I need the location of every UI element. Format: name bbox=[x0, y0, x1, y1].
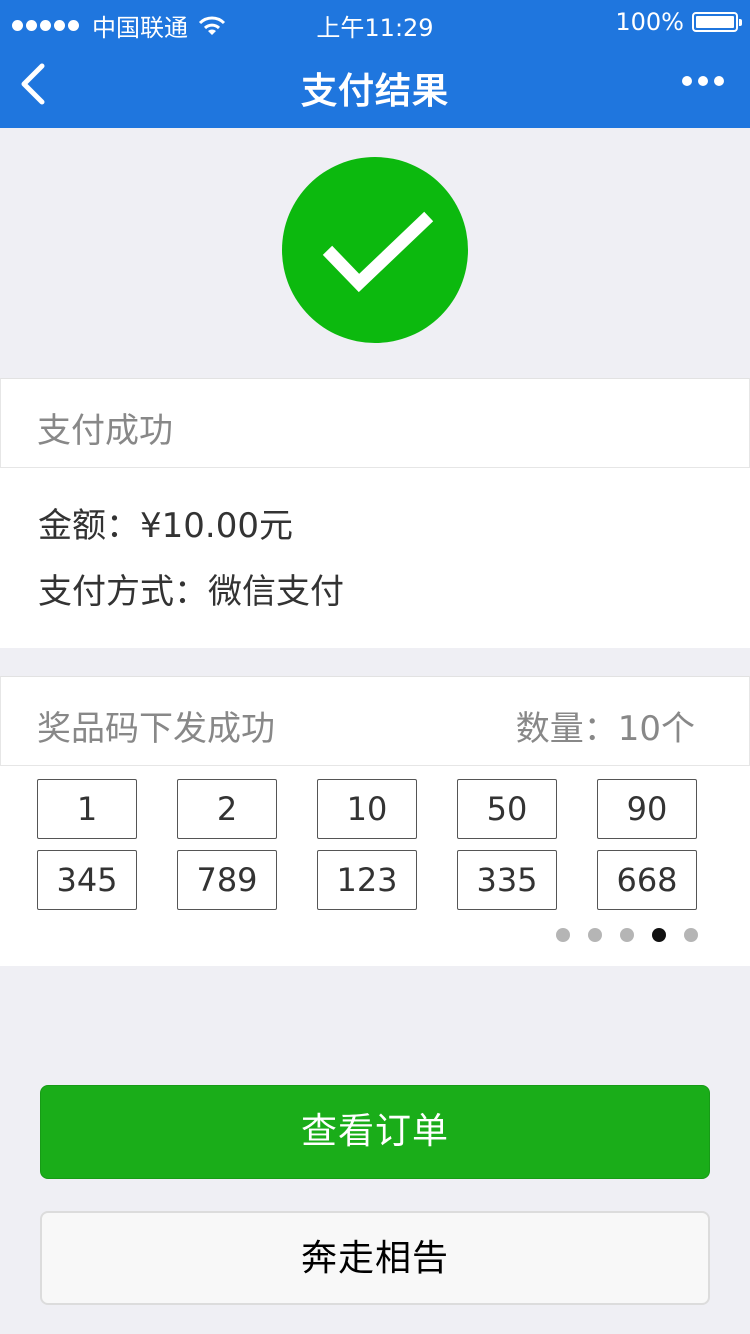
method-label: 支付方式： bbox=[38, 572, 208, 612]
prize-card: 奖品码下发成功 数量：10个 1 2 10 50 90 345 789 123 … bbox=[0, 676, 750, 966]
pager-dot[interactable] bbox=[588, 928, 602, 942]
nav-bar: 支付结果 bbox=[0, 40, 750, 128]
payment-status-title: 支付成功 bbox=[37, 411, 173, 451]
prize-status-title: 奖品码下发成功 bbox=[37, 709, 275, 749]
prize-card-header: 奖品码下发成功 数量：10个 bbox=[0, 676, 750, 766]
amount-label: 金额： bbox=[38, 506, 140, 546]
prize-code: 1 bbox=[37, 779, 137, 839]
prize-code: 345 bbox=[37, 850, 137, 910]
battery-cap bbox=[739, 19, 742, 26]
prize-count: 数量：10个 bbox=[516, 701, 695, 750]
prize-code: 2 bbox=[177, 779, 277, 839]
prize-code: 335 bbox=[457, 850, 557, 910]
page-title: 支付结果 bbox=[300, 71, 449, 112]
count-value: 10个 bbox=[617, 709, 695, 749]
share-button[interactable]: 奔走相告 bbox=[40, 1211, 710, 1305]
method-value: 微信支付 bbox=[208, 572, 344, 612]
payment-card-header: 支付成功 bbox=[0, 378, 750, 468]
app-header: 中国联通 上午11:29 100% 支付结果 bbox=[0, 0, 750, 128]
method-row: 支付方式：微信支付 bbox=[38, 564, 344, 613]
more-button[interactable] bbox=[676, 76, 724, 86]
pager-dot[interactable] bbox=[556, 928, 570, 942]
pager-dot[interactable] bbox=[652, 928, 666, 942]
status-right: 100% bbox=[615, 8, 742, 36]
prize-code: 123 bbox=[317, 850, 417, 910]
checkmark-icon bbox=[322, 211, 434, 293]
status-bar: 中国联通 上午11:29 100% bbox=[0, 0, 750, 42]
amount-value: ¥10.00元 bbox=[140, 506, 293, 546]
prize-code: 668 bbox=[597, 850, 697, 910]
pagination-dots bbox=[538, 928, 698, 942]
prize-code: 10 bbox=[317, 779, 417, 839]
amount-row: 金额：¥10.00元 bbox=[38, 498, 293, 547]
prize-code: 50 bbox=[457, 779, 557, 839]
pager-dot[interactable] bbox=[684, 928, 698, 942]
more-dot bbox=[698, 76, 708, 86]
pager-dot[interactable] bbox=[620, 928, 634, 942]
more-dot bbox=[714, 76, 724, 86]
count-label: 数量： bbox=[515, 709, 618, 749]
view-order-button[interactable]: 查看订单 bbox=[40, 1085, 710, 1179]
more-dot bbox=[682, 76, 692, 86]
battery-percent: 100% bbox=[615, 8, 684, 36]
battery-icon bbox=[692, 12, 742, 32]
payment-card: 支付成功 金额：¥10.00元 支付方式：微信支付 bbox=[0, 378, 750, 648]
battery-fill bbox=[696, 16, 734, 28]
prize-code: 90 bbox=[597, 779, 697, 839]
checkmark-circle-icon bbox=[282, 157, 468, 343]
prize-code: 789 bbox=[177, 850, 277, 910]
